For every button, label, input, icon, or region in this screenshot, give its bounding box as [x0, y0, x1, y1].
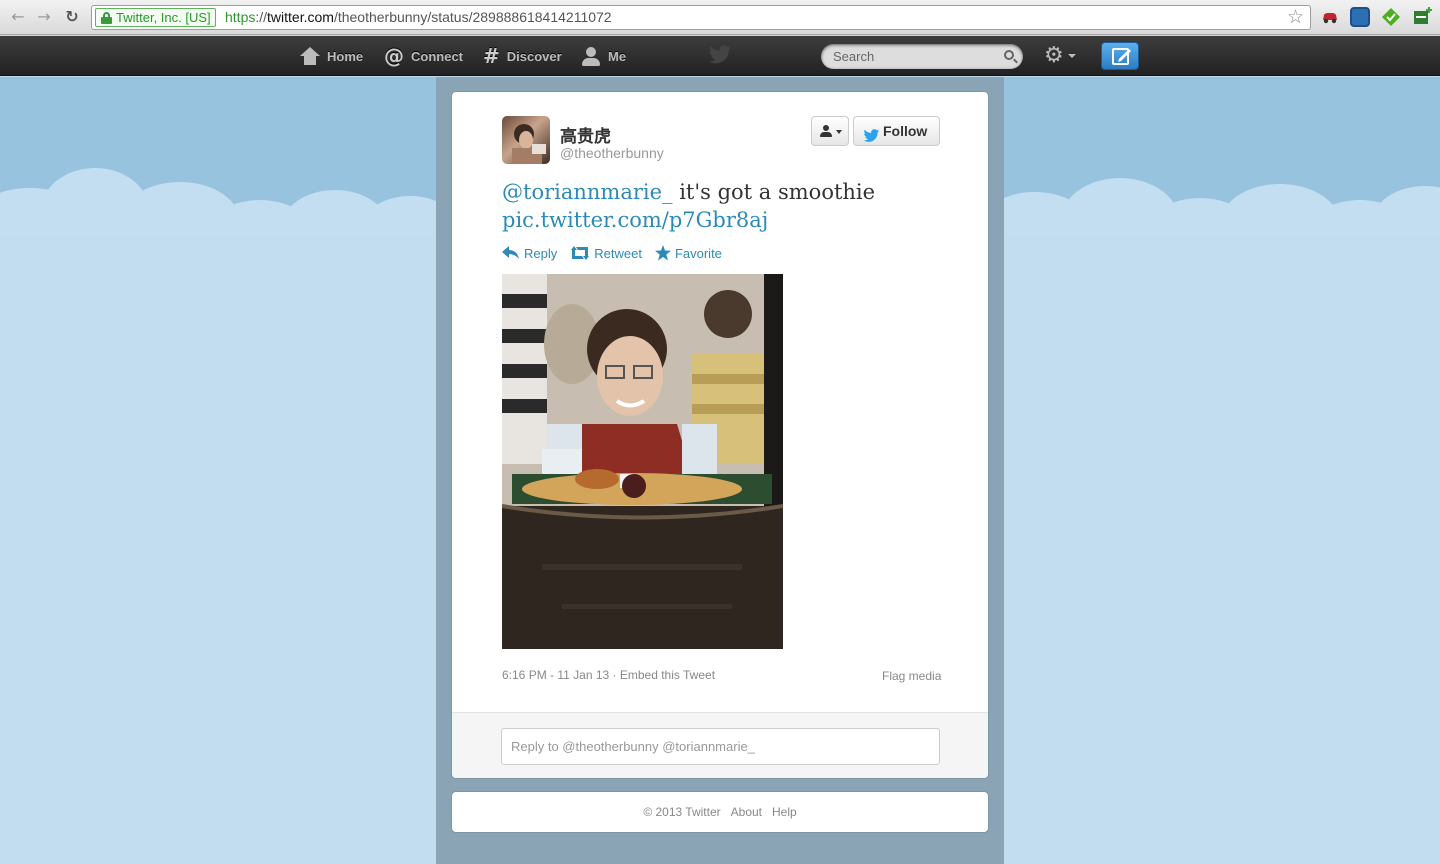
retweet-label: Retweet	[594, 245, 642, 261]
tweet-photo[interactable]	[502, 274, 783, 649]
nav-connect-label: Connect	[411, 48, 463, 64]
twitter-bird-icon	[863, 124, 880, 142]
tweet-text: @toriannmarie_ it's got a smoothie pic.tw…	[502, 178, 952, 234]
url-scheme: https	[225, 9, 256, 25]
reload-icon[interactable]: ↻	[63, 8, 81, 26]
hashtag-icon: #	[483, 44, 500, 68]
person-icon	[581, 46, 601, 66]
gear-icon: ⚙	[1044, 43, 1064, 68]
ev-label: Twitter, Inc. [US]	[116, 10, 211, 25]
user-actions-dropdown[interactable]	[811, 116, 849, 146]
url-separator: ://	[255, 9, 268, 25]
embed-tweet-link[interactable]: Embed this Tweet	[620, 668, 715, 682]
search-input[interactable]	[821, 44, 1001, 69]
favorite-label: Favorite	[674, 245, 722, 261]
lock-icon	[101, 12, 112, 24]
reply-arrow-icon	[502, 246, 519, 259]
search-box[interactable]	[821, 44, 1023, 69]
tweet-timestamp[interactable]: 6:16 PM - 11 Jan 13	[502, 668, 609, 682]
user-fullname[interactable]: 高贵虎	[560, 122, 611, 147]
avatar[interactable]	[502, 116, 550, 164]
star-icon	[654, 245, 671, 261]
url-host: twitter.com	[267, 9, 334, 25]
footer-about-link[interactable]: About	[731, 805, 762, 819]
follow-button[interactable]: Follow	[853, 116, 940, 146]
twitter-topbar: Home @ Connect # Discover Me ⚙	[0, 36, 1440, 76]
tweet-card: 高贵虎 @theotherbunny Follow @toriannmarie_…	[451, 91, 989, 779]
at-sign-icon: @	[384, 44, 404, 68]
media-link[interactable]: pic.twitter.com/p7Gbr8aj	[502, 208, 768, 232]
compose-tweet-button[interactable]	[1101, 42, 1139, 70]
search-icon[interactable]	[1004, 50, 1014, 60]
retweet-action[interactable]: Retweet	[570, 246, 642, 261]
url-path: /theotherbunny/status/289888618414211072	[333, 9, 612, 25]
bookmark-star-icon[interactable]: ☆	[1287, 7, 1304, 29]
address-bar[interactable]: Twitter, Inc. [US] https://twitter.com/t…	[91, 5, 1311, 30]
follow-label: Follow	[883, 123, 928, 139]
chevron-down-icon	[1067, 54, 1076, 58]
home-icon	[300, 47, 320, 65]
nav-discover-label: Discover	[506, 48, 562, 64]
back-icon[interactable]: ←	[9, 8, 27, 26]
footer-help-link[interactable]: Help	[772, 805, 797, 819]
reply-label: Reply	[524, 245, 558, 261]
nav-home-label: Home	[327, 48, 364, 64]
compose-pencil-icon	[1112, 48, 1131, 65]
settings-menu[interactable]: ⚙	[1044, 45, 1076, 67]
extension-green-diamond-icon[interactable]	[1381, 7, 1401, 27]
reply-action[interactable]: Reply	[502, 246, 557, 261]
footer-copyright: © 2013 Twitter	[643, 805, 721, 819]
mention-link[interactable]: @toriannmarie_	[502, 180, 673, 204]
nav-home[interactable]: Home	[300, 36, 363, 76]
nav-discover[interactable]: # Discover	[483, 36, 562, 76]
chevron-down-icon	[836, 130, 842, 134]
retweet-icon	[571, 246, 590, 260]
nav-me-label: Me	[608, 48, 627, 64]
extension-red-car-icon[interactable]	[1320, 7, 1340, 27]
browser-toolbar: ← → ↻ Twitter, Inc. [US] https://twitter…	[0, 0, 1440, 35]
nav-connect[interactable]: @ Connect	[384, 36, 463, 76]
extension-green-plus-icon[interactable]	[1413, 7, 1433, 27]
tweet-meta: 6:16 PM - 11 Jan 13 · Embed this Tweet	[502, 668, 715, 682]
user-screen-name[interactable]: @theotherbunny	[560, 145, 664, 161]
flag-media-link[interactable]: Flag media	[882, 669, 941, 683]
favorite-action[interactable]: Favorite	[654, 245, 722, 261]
user-icon	[820, 125, 832, 137]
meta-separator: ·	[609, 668, 620, 682]
nav-me[interactable]: Me	[581, 36, 626, 76]
reply-area	[452, 712, 988, 778]
forward-icon[interactable]: →	[35, 8, 53, 26]
url-text[interactable]: https://twitter.com/theotherbunny/status…	[225, 8, 612, 27]
tweet-actions: Reply Retweet Favorite	[502, 245, 735, 261]
twitter-bird-logo-icon[interactable]	[708, 45, 732, 65]
footer: © 2013 Twitter About Help	[451, 791, 989, 833]
extension-blue-square-icon[interactable]	[1350, 7, 1370, 27]
ev-certificate-badge[interactable]: Twitter, Inc. [US]	[95, 8, 216, 27]
tweet-body: it's got a smoothie	[672, 180, 876, 204]
reply-input[interactable]	[501, 728, 940, 765]
